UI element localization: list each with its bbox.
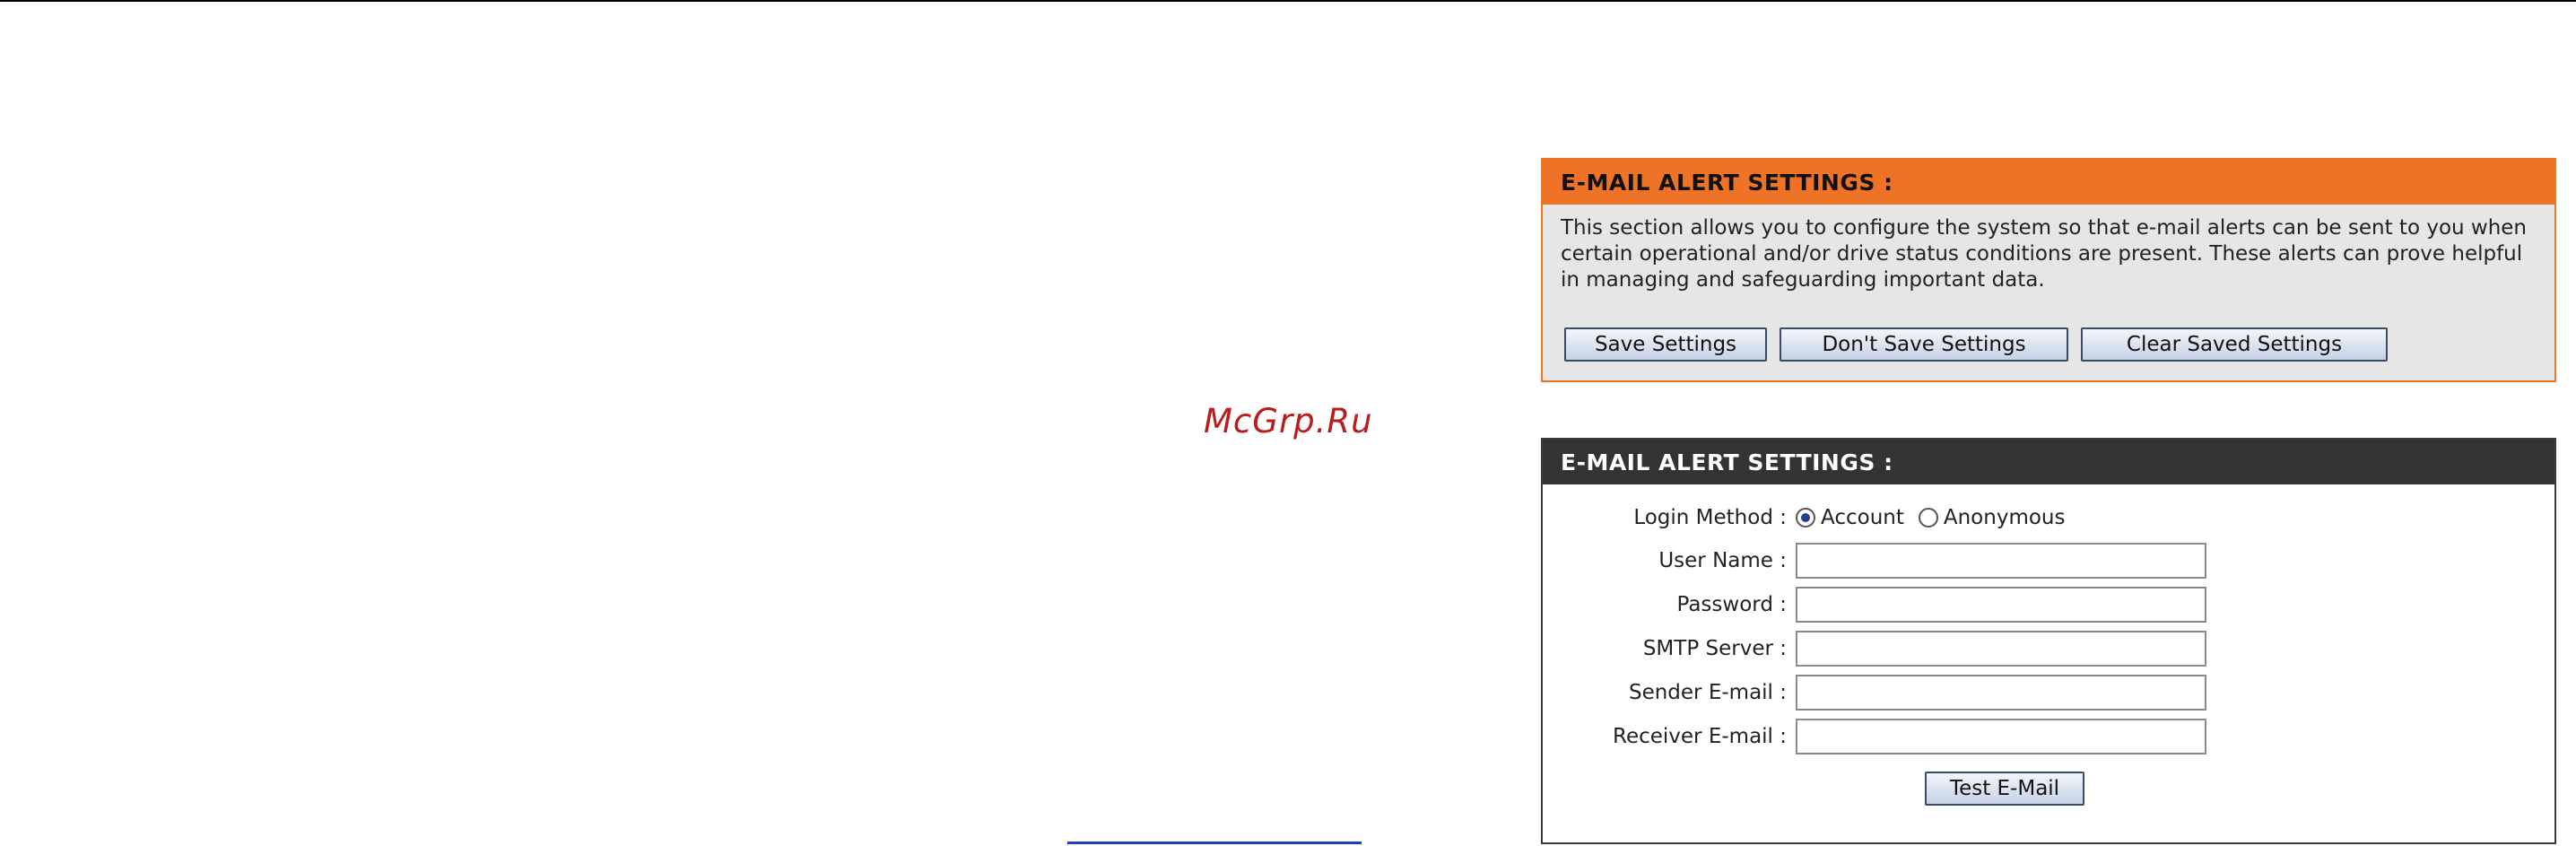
login-method-label: Login Method : <box>1633 506 1787 529</box>
action-button-row: Save Settings Don't Save Settings Clear … <box>1564 327 2388 362</box>
password-row: Password : <box>1543 586 2554 624</box>
user-name-row: User Name : <box>1543 542 2554 580</box>
sender-email-row: Sender E-mail : <box>1543 674 2554 711</box>
info-panel-description: This section allows you to configure the… <box>1561 216 2528 292</box>
radio-selected-dot <box>1801 513 1810 522</box>
footer-link[interactable] <box>1067 842 1362 844</box>
anonymous-radio-label[interactable]: Anonymous <box>1944 506 2066 529</box>
sender-email-input[interactable] <box>1796 675 2206 711</box>
smtp-server-input[interactable] <box>1796 631 2206 667</box>
info-panel-title: E-MAIL ALERT SETTINGS : <box>1543 160 2554 205</box>
info-panel: E-MAIL ALERT SETTINGS : This section all… <box>1541 158 2556 382</box>
account-radio[interactable] <box>1796 508 1815 528</box>
user-name-label: User Name : <box>1658 549 1787 572</box>
smtp-server-label: SMTP Server : <box>1642 637 1787 660</box>
login-method-row: Login Method : Account Anonymous <box>1543 499 2554 536</box>
email-settings-form-panel: E-MAIL ALERT SETTINGS : Login Method : A… <box>1541 438 2556 844</box>
receiver-email-input[interactable] <box>1796 719 2206 754</box>
account-radio-label[interactable]: Account <box>1821 506 1904 529</box>
user-name-input[interactable] <box>1796 543 2206 579</box>
save-settings-button[interactable]: Save Settings <box>1564 327 1767 362</box>
test-email-button[interactable]: Test E-Mail <box>1925 772 2084 806</box>
password-label: Password : <box>1676 593 1788 616</box>
dont-save-settings-button[interactable]: Don't Save Settings <box>1780 327 2068 362</box>
smtp-server-row: SMTP Server : <box>1543 630 2554 667</box>
sender-email-label: Sender E-mail : <box>1628 681 1787 704</box>
password-input[interactable] <box>1796 587 2206 623</box>
form-panel-title: E-MAIL ALERT SETTINGS : <box>1543 440 2554 484</box>
clear-saved-settings-button[interactable]: Clear Saved Settings <box>2081 327 2388 362</box>
watermark-text: McGrp.Ru <box>1204 402 1373 440</box>
login-method-radio-group: Account Anonymous <box>1796 499 2079 536</box>
receiver-email-label: Receiver E-mail : <box>1613 725 1787 748</box>
anonymous-radio[interactable] <box>1918 508 1938 528</box>
page-top-rule <box>0 0 2576 2</box>
receiver-email-row: Receiver E-mail : <box>1543 718 2554 755</box>
